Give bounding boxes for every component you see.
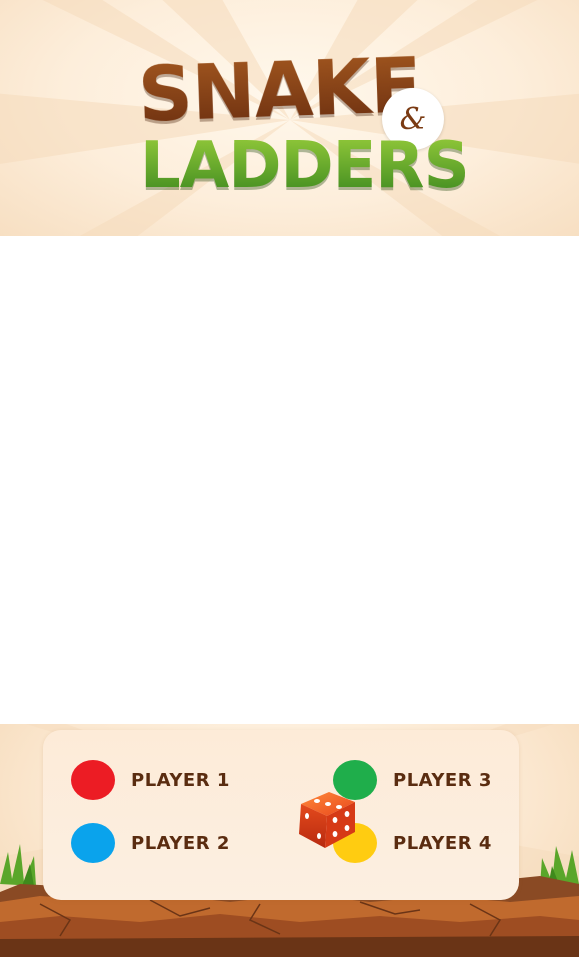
player-2-label: PLAYER 2	[131, 832, 230, 854]
grass-left-icon	[0, 844, 36, 886]
game-logo: SNAKE & LADDERS	[0, 0, 579, 236]
logo-title-ladders: LADDERS	[140, 129, 470, 203]
player-1-label: PLAYER 1	[131, 769, 230, 791]
player-4-label: PLAYER 4	[393, 832, 492, 854]
player-1-token-icon	[71, 760, 115, 800]
player-2-token-icon	[71, 823, 115, 863]
player-1-item[interactable]: PLAYER 1	[71, 760, 230, 800]
player-3-label: PLAYER 3	[393, 769, 492, 791]
players-panel: PLAYER 1 PLAYER 2 PLAYER 3 PLAYER 4	[43, 730, 519, 900]
game-header: SNAKE & LADDERS	[0, 0, 579, 236]
logo-title-snake: SNAKE	[136, 40, 423, 139]
player-footer: PLAYER 1 PLAYER 2 PLAYER 3 PLAYER 4	[0, 724, 579, 957]
dice-icon[interactable]	[293, 786, 361, 852]
player-2-item[interactable]: PLAYER 2	[71, 823, 230, 863]
game-board-area	[0, 236, 579, 724]
